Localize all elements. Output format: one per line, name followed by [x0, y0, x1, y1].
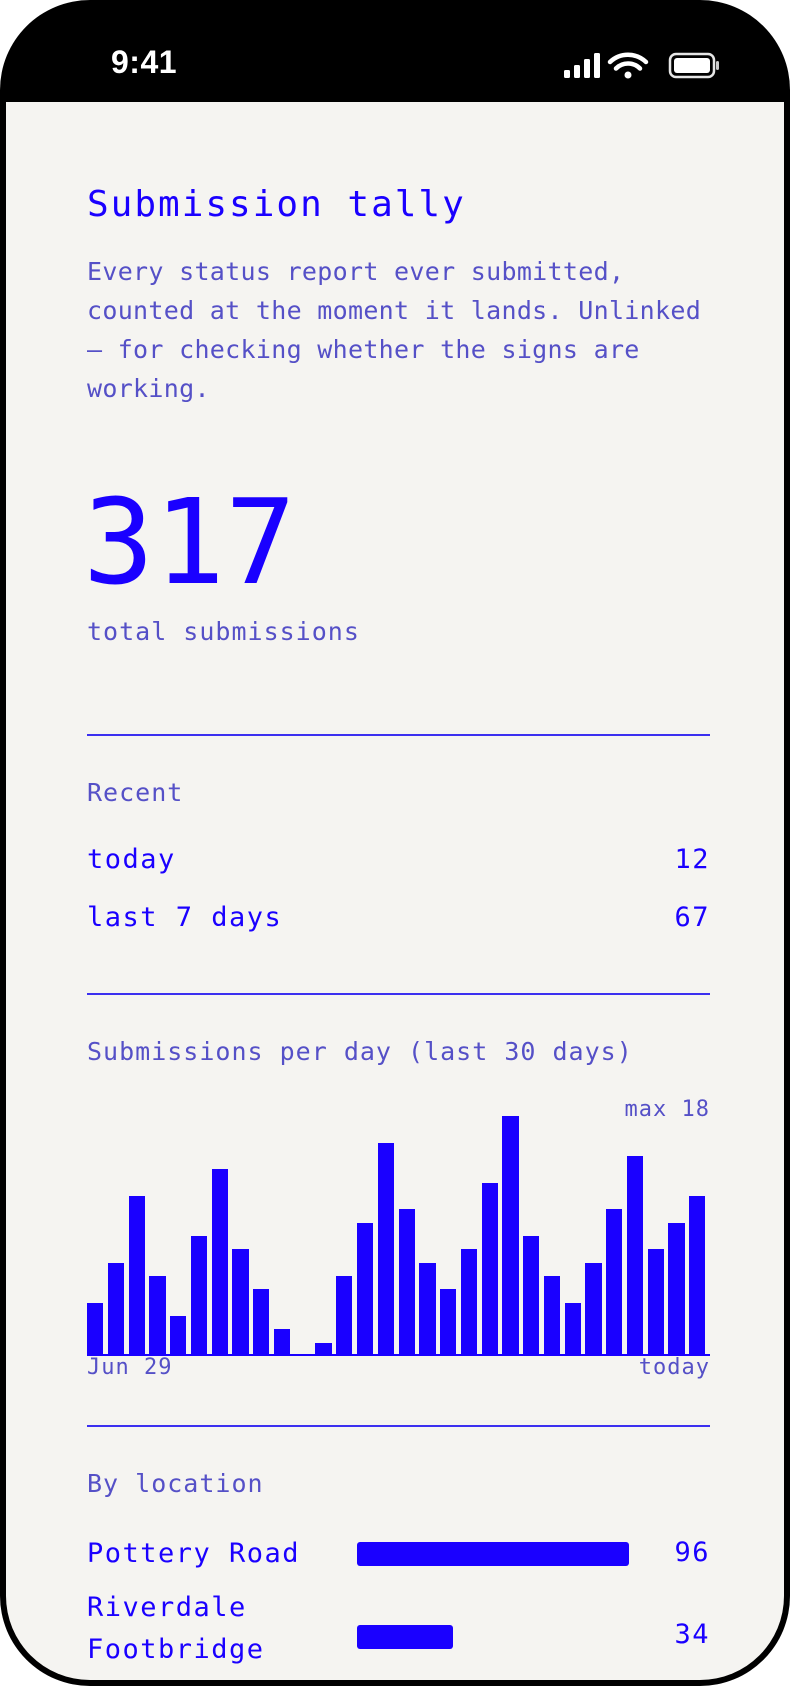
- chart-bar: [315, 1342, 332, 1356]
- recent-row-last-7-days: last 7 days 67: [87, 902, 710, 942]
- chart-bar: [170, 1316, 187, 1356]
- signal-icon: [564, 53, 600, 78]
- location-count: 34: [674, 1619, 710, 1650]
- status-bar: 9:41: [0, 0, 790, 102]
- chart-bar: [606, 1209, 623, 1356]
- chart-bar: [626, 1156, 644, 1356]
- wifi-icon: [607, 52, 649, 79]
- status-icons: [564, 52, 719, 79]
- chart-bar: [253, 1289, 270, 1356]
- chart-bar: [647, 1249, 664, 1356]
- divider: [87, 1425, 710, 1427]
- total-label: total submissions: [87, 617, 360, 646]
- recent-row-today: today 12: [87, 844, 710, 884]
- location-name: Riverdale Footbridge: [87, 1592, 265, 1665]
- chart-bar: [523, 1236, 540, 1356]
- recent-row-value: 12: [674, 844, 710, 875]
- divider: [87, 993, 710, 995]
- chart-bar: [128, 1196, 145, 1356]
- chart-bar: [190, 1236, 208, 1356]
- chart-bar: [668, 1222, 685, 1356]
- chart-bar: [564, 1302, 581, 1356]
- chart-bar: [419, 1262, 436, 1356]
- total-count: 317: [83, 473, 297, 611]
- status-time: 9:41: [111, 44, 178, 80]
- location-bar: [357, 1625, 454, 1649]
- recent-row-label: today: [87, 844, 176, 875]
- chart-bar: [398, 1209, 415, 1356]
- recent-row-label: last 7 days: [87, 902, 283, 933]
- daily-chart-label: Submissions per day (last 30 days): [87, 1037, 633, 1066]
- battery-icon: [668, 52, 719, 79]
- chart-bar: [273, 1329, 291, 1356]
- daily-bar-chart: max 18: [87, 1097, 710, 1377]
- chart-bar: [585, 1262, 602, 1356]
- recent-section-label: Recent: [87, 778, 184, 807]
- recent-row-value: 67: [674, 902, 710, 933]
- chart-bar: [543, 1276, 561, 1356]
- divider: [87, 734, 710, 736]
- chart-bar: [232, 1249, 249, 1356]
- chart-bar: [149, 1276, 166, 1356]
- chart-bar: [377, 1142, 394, 1356]
- chart-bar: [502, 1116, 519, 1356]
- location-bar: [357, 1542, 629, 1566]
- app-screen: Submission tally Every status report eve…: [6, 102, 784, 1680]
- chart-bar: [689, 1196, 706, 1356]
- location-count: 96: [674, 1537, 710, 1568]
- chart-bar: [336, 1276, 353, 1356]
- chart-bar: [440, 1289, 457, 1356]
- chart-x-end-label: today: [638, 1355, 710, 1380]
- phone-frame: 9:41 Submission tally Every status repor…: [0, 0, 790, 1686]
- chart-bar: [460, 1249, 478, 1356]
- chart-bar: [211, 1169, 228, 1356]
- chart-bar: [87, 1302, 104, 1356]
- location-section-label: By location: [87, 1469, 264, 1498]
- chart-bar: [356, 1222, 374, 1356]
- chart-plot-area: [87, 1112, 710, 1356]
- chart-x-start-label: Jun 29: [87, 1355, 173, 1380]
- page-title: Submission tally: [87, 184, 466, 225]
- page-description: Every status report ever submitted, coun…: [87, 257, 702, 403]
- chart-bar: [107, 1262, 125, 1356]
- location-name: Pottery Road: [87, 1538, 301, 1569]
- chart-bar: [481, 1182, 498, 1356]
